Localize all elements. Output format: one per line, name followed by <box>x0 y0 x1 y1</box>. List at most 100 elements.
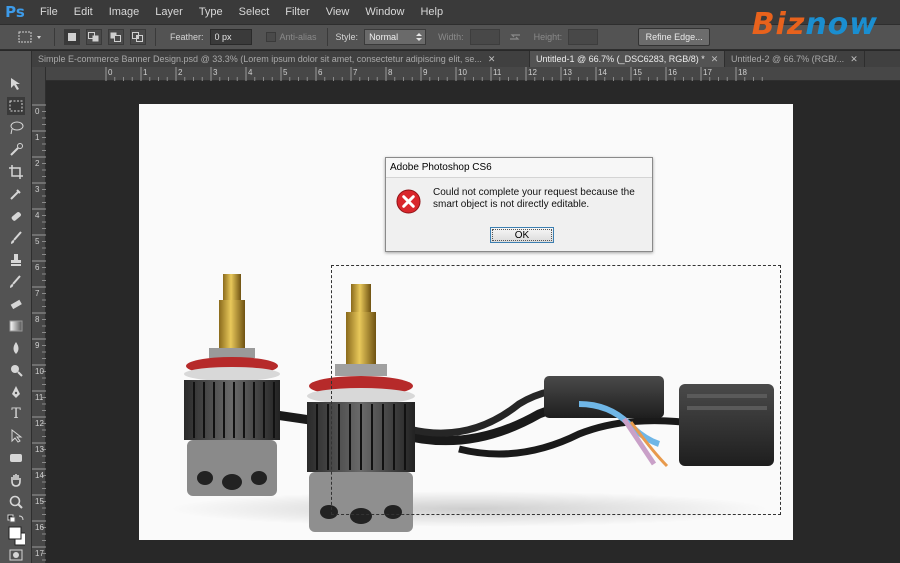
marquee-selection[interactable] <box>331 265 781 515</box>
height-label: Height: <box>533 32 563 42</box>
tab-label: Simple E-commerce Banner Design.psd @ 33… <box>38 54 482 64</box>
error-dialog: Adobe Photoshop CS6 Could not complete y… <box>385 157 653 252</box>
new-selection-button[interactable] <box>64 29 80 45</box>
dialog-message: Could not complete your request because … <box>433 187 635 210</box>
eyedropper-tool-icon[interactable] <box>7 185 25 203</box>
ruler-tick-label: 14 <box>35 471 44 480</box>
pen-tool-icon[interactable] <box>7 383 25 401</box>
ruler-tick-label: 3 <box>213 68 218 77</box>
blur-tool-icon[interactable] <box>7 339 25 357</box>
feather-input[interactable] <box>209 29 252 45</box>
healing-brush-tool-icon[interactable] <box>7 207 25 225</box>
path-selection-tool-icon[interactable] <box>7 427 25 445</box>
rectangle-tool-icon[interactable] <box>7 449 25 467</box>
ruler-tick-label: 5 <box>35 237 40 246</box>
tools-panel: T <box>0 51 32 563</box>
close-icon[interactable]: ✕ <box>488 54 496 65</box>
subtract-selection-icon <box>110 32 121 42</box>
close-icon[interactable]: ✕ <box>850 54 858 65</box>
ruler-tick-label: 9 <box>35 341 40 350</box>
close-icon[interactable]: ✕ <box>711 54 719 65</box>
tab-untitled-2[interactable]: Untitled-2 @ 66.7% (RGB/... ✕ <box>725 51 865 67</box>
add-selection-button[interactable] <box>86 29 102 45</box>
ruler-tick-label: 14 <box>598 68 607 77</box>
menu-window[interactable]: Window <box>357 6 412 18</box>
subtract-selection-button[interactable] <box>108 29 124 45</box>
ruler-tick-label: 8 <box>388 68 393 77</box>
vertical-ruler: 0 1 2 3 4 5 6 7 8 9 10 11 12 13 14 15 16 17 <box>32 67 46 563</box>
menu-type[interactable]: Type <box>191 6 231 18</box>
menu-edit[interactable]: Edit <box>66 6 101 18</box>
ruler-tick-label: 15 <box>35 497 44 506</box>
photoshop-logo: Ps <box>5 3 25 21</box>
move-tool-icon[interactable] <box>7 75 25 93</box>
antialias-label: Anti-alias <box>279 32 317 42</box>
dodge-tool-icon[interactable] <box>7 361 25 379</box>
ruler-tick-label: 7 <box>35 289 40 298</box>
quick-mask-icon[interactable] <box>7 549 25 561</box>
ruler-tick-label: 6 <box>318 68 323 77</box>
height-input[interactable] <box>568 29 599 45</box>
menu-filter[interactable]: Filter <box>277 6 317 18</box>
menu-layer[interactable]: Layer <box>147 6 191 18</box>
ruler-tick-label: 13 <box>35 445 44 454</box>
ruler-tick-label: 11 <box>35 393 44 402</box>
width-label: Width: <box>438 32 464 42</box>
menu-select[interactable]: Select <box>231 6 278 18</box>
ruler-tick-label: 11 <box>493 68 502 77</box>
intersect-selection-icon <box>132 32 143 42</box>
style-label: Style: <box>335 32 359 42</box>
color-swatches[interactable] <box>7 525 25 547</box>
dialog-title: Adobe Photoshop CS6 <box>386 158 652 178</box>
crop-tool-icon[interactable] <box>7 163 25 181</box>
swap-dimensions-icon[interactable] <box>508 31 522 43</box>
type-tool-icon[interactable]: T <box>7 405 25 423</box>
menu-file[interactable]: File <box>30 6 66 18</box>
ok-button[interactable]: OK <box>490 227 554 243</box>
refine-edge-button[interactable]: Refine Edge... <box>638 28 711 46</box>
menu-view[interactable]: View <box>318 6 358 18</box>
brand-part-1: Biz <box>751 6 806 42</box>
ruler-tick-label: 10 <box>458 68 467 77</box>
ruler-tick-label: 15 <box>633 68 642 77</box>
ruler-tick-label: 1 <box>143 68 148 77</box>
tab-banner-design[interactable]: Simple E-commerce Banner Design.psd @ 33… <box>32 51 530 67</box>
ruler-tick-label: 17 <box>35 549 44 558</box>
tab-label: Untitled-1 @ 66.7% (_DSC6283, RGB/8) * <box>536 54 705 64</box>
biznow-watermark-logo: Biz now <box>752 4 878 44</box>
ruler-tick-label: 3 <box>35 185 40 194</box>
menu-image[interactable]: Image <box>101 6 148 18</box>
quick-selection-tool-icon[interactable] <box>7 141 25 159</box>
marquee-tool-icon[interactable] <box>7 97 25 115</box>
ruler-tick-label: 0 <box>108 68 113 77</box>
ruler-tick-label: 10 <box>35 367 44 376</box>
brush-tool-icon[interactable] <box>7 229 25 247</box>
select-arrows-icon <box>416 33 423 41</box>
lasso-tool-icon[interactable] <box>7 119 25 137</box>
ruler-tick-label: 12 <box>35 419 44 428</box>
tool-preset-picker[interactable] <box>14 27 48 47</box>
zoom-tool-icon[interactable] <box>7 493 25 511</box>
ruler-tick-label: 0 <box>35 107 40 116</box>
divider <box>155 28 156 46</box>
style-select[interactable]: Normal <box>364 29 427 45</box>
width-input[interactable] <box>469 29 500 45</box>
ruler-tick-label: 2 <box>178 68 183 77</box>
clone-stamp-tool-icon[interactable] <box>7 251 25 269</box>
ruler-ticks: 0 1 2 3 4 5 6 7 8 9 10 11 12 13 14 15 16 17 18 <box>105 67 763 81</box>
tab-untitled-1[interactable]: Untitled-1 @ 66.7% (_DSC6283, RGB/8) * ✕ <box>530 51 725 67</box>
eraser-tool-icon[interactable] <box>7 295 25 313</box>
hand-tool-icon[interactable] <box>7 471 25 489</box>
tab-label: Untitled-2 @ 66.7% (RGB/... <box>731 54 845 64</box>
menu-help[interactable]: Help <box>412 6 451 18</box>
ruler-tick-label: 16 <box>668 68 677 77</box>
history-brush-tool-icon[interactable] <box>7 273 25 291</box>
antialias-checkbox[interactable] <box>265 32 276 42</box>
canvas-area[interactable] <box>47 82 900 563</box>
marquee-preset-icon <box>18 31 41 43</box>
intersect-selection-button[interactable] <box>130 29 146 45</box>
ruler-tick-label: 13 <box>563 68 572 77</box>
ruler-tick-label: 2 <box>35 159 40 168</box>
gradient-tool-icon[interactable] <box>7 317 25 335</box>
error-icon <box>396 189 421 214</box>
